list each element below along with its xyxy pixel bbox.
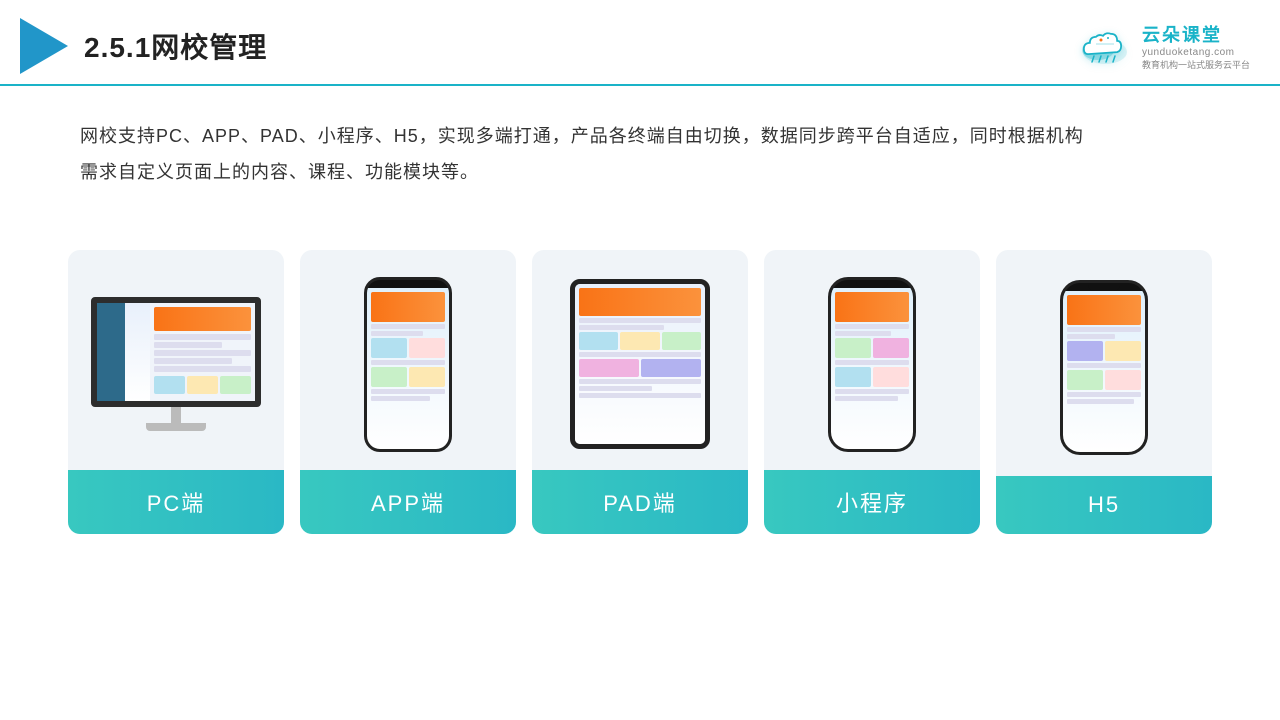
pc-monitor-icon xyxy=(86,297,266,431)
phone-h5-icon xyxy=(1060,280,1148,455)
cards-container: PC端 xyxy=(0,220,1280,564)
card-app: APP端 xyxy=(300,250,516,534)
card-h5-label: H5 xyxy=(996,476,1212,534)
card-pad-image xyxy=(532,250,748,470)
phone-app-icon xyxy=(364,277,452,452)
card-h5: H5 xyxy=(996,250,1212,534)
card-pc: PC端 xyxy=(68,250,284,534)
description: 网校支持PC、APP、PAD、小程序、H5，实现多端打通，产品各终端自由切换，数… xyxy=(0,86,1280,210)
page-title: 2.5.1网校管理 xyxy=(84,26,267,66)
card-pad: PAD端 xyxy=(532,250,748,534)
logo-name: 云朵课堂 xyxy=(1142,21,1222,47)
card-pc-label: PC端 xyxy=(68,470,284,534)
logo-sub: yunduoketang.com xyxy=(1142,47,1235,58)
card-pad-label: PAD端 xyxy=(532,470,748,534)
phone-miniprogram-icon xyxy=(828,277,916,452)
tablet-pad-icon xyxy=(570,279,710,449)
logo-area: 云朵课堂 yunduoketang.com 教育机构一站式服务云平台 xyxy=(1076,21,1250,71)
card-pc-image xyxy=(68,250,284,470)
header-left: 2.5.1网校管理 xyxy=(20,18,267,74)
card-miniprogram: 小程序 xyxy=(764,250,980,534)
card-miniprogram-label: 小程序 xyxy=(764,470,980,534)
description-line2: 需求自定义页面上的内容、课程、功能模块等。 xyxy=(80,162,479,182)
card-h5-image xyxy=(996,250,1212,476)
card-app-label: APP端 xyxy=(300,470,516,534)
card-app-image xyxy=(300,250,516,470)
play-icon xyxy=(20,18,68,74)
header: 2.5.1网校管理 云朵课堂 yunduoketang.com 教育机构一站式服… xyxy=(0,0,1280,86)
description-line1: 网校支持PC、APP、PAD、小程序、H5，实现多端打通，产品各终端自由切换，数… xyxy=(80,126,1084,146)
card-miniprogram-image xyxy=(764,250,980,470)
logo-tagline: 教育机构一站式服务云平台 xyxy=(1142,58,1250,71)
logo-text: 云朵课堂 yunduoketang.com 教育机构一站式服务云平台 xyxy=(1142,21,1250,71)
cloud-logo-icon xyxy=(1076,24,1134,68)
